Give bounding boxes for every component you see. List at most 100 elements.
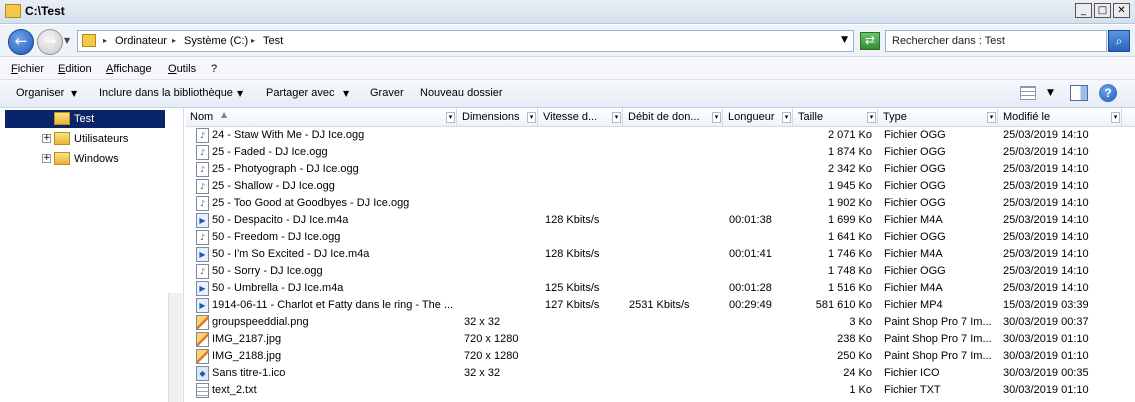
- file-name[interactable]: IMG_2188.jpg: [212, 350, 456, 362]
- file-name[interactable]: 25 - Faded - DJ Ice.ogg: [212, 146, 456, 158]
- close-button[interactable]: ✕: [1113, 3, 1130, 18]
- table-row[interactable]: ♪ 25 - Photyograph - DJ Ice.ogg 2 342 Ko Fi…: [186, 161, 1135, 178]
- table-row[interactable]: ▶ 50 - Despacito - DJ Ice.m4a 128 Kbits/s 0…: [186, 212, 1135, 229]
- table-row[interactable]: ♪ 25 - Shallow - DJ Ice.ogg 1 945 Ko Fichie…: [186, 178, 1135, 195]
- column-filter-icon[interactable]: ▾: [712, 112, 721, 123]
- table-row[interactable]: ▶ 1914-06-11 - Charlot et Fatty dans le r…: [186, 297, 1135, 314]
- file-name[interactable]: 24 - Staw With Me - DJ Ice.ogg: [212, 129, 456, 141]
- breadcrumb-computer[interactable]: Ordinateur: [115, 35, 167, 47]
- file-length: 00:01:38: [729, 214, 772, 226]
- tree-item-utilisateurs[interactable]: + Utilisateurs: [0, 130, 165, 148]
- search-input[interactable]: Rechercher dans : Test: [885, 30, 1107, 52]
- file-name[interactable]: 50 - Despacito - DJ Ice.m4a: [212, 214, 456, 226]
- file-name[interactable]: 25 - Photyograph - DJ Ice.ogg: [212, 163, 456, 175]
- organize-button[interactable]: Organiser: [16, 87, 64, 99]
- column-filter-icon[interactable]: ▾: [867, 112, 876, 123]
- tree-item-windows[interactable]: + Windows: [0, 150, 165, 168]
- column-dimensions[interactable]: Dimensions ▾: [458, 108, 538, 127]
- column-bitrate[interactable]: Débit de don... ▾: [624, 108, 723, 127]
- maximize-button[interactable]: □: [1094, 3, 1111, 18]
- column-length[interactable]: Longueur ▾: [724, 108, 793, 127]
- preview-pane-icon[interactable]: [1070, 85, 1088, 101]
- menu-help[interactable]: ?: [211, 63, 217, 75]
- file-name[interactable]: 50 - I'm So Excited - DJ Ice.m4a: [212, 248, 456, 260]
- file-name[interactable]: Sans titre-1.ico: [212, 367, 456, 379]
- expand-icon[interactable]: +: [42, 134, 51, 143]
- file-type: Fichier OGG: [884, 180, 946, 192]
- recent-pages-dropdown-icon[interactable]: ▼: [64, 36, 70, 45]
- file-name[interactable]: 25 - Shallow - DJ Ice.ogg: [212, 180, 456, 192]
- column-filter-icon[interactable]: ▾: [612, 112, 621, 123]
- breadcrumb-arrow-icon[interactable]: ▸: [172, 36, 176, 45]
- menu-edit[interactable]: Edition: [58, 63, 92, 75]
- address-input[interactable]: ▸ Ordinateur ▸ Système (C:) ▸ Test ▼: [77, 30, 854, 52]
- file-name[interactable]: text_2.txt: [212, 384, 456, 396]
- view-details-icon[interactable]: [1020, 86, 1036, 100]
- file-modified: 30/03/2019 00:35: [1003, 367, 1089, 379]
- column-speed[interactable]: Vitesse d... ▾: [539, 108, 623, 127]
- table-row[interactable]: ♪ 25 - Too Good at Goodbyes - DJ Ice.ogg 1…: [186, 195, 1135, 212]
- help-icon[interactable]: ?: [1099, 84, 1117, 102]
- column-name[interactable]: Nom ▲ ▾: [186, 108, 457, 127]
- menu-view[interactable]: Affichage: [106, 63, 152, 75]
- file-name[interactable]: 50 - Umbrella - DJ Ice.m4a: [212, 282, 456, 294]
- burn-button[interactable]: Graver: [370, 87, 404, 99]
- search-icon[interactable]: ⌕: [1108, 30, 1130, 52]
- table-row[interactable]: IMG_2187.jpg 720 x 1280 238 Ko Paint Shop P…: [186, 331, 1135, 348]
- expand-icon[interactable]: +: [42, 154, 51, 163]
- file-name[interactable]: groupspeeddial.png: [212, 316, 456, 328]
- file-name[interactable]: 25 - Too Good at Goodbyes - DJ Ice.ogg: [212, 197, 456, 209]
- table-row[interactable]: ♪ 24 - Staw With Me - DJ Ice.ogg 2 071 Ko F…: [186, 127, 1135, 144]
- file-size: 1 Ko: [849, 384, 872, 396]
- breadcrumb-arrow-icon[interactable]: ▸: [251, 36, 255, 45]
- table-row[interactable]: ♪ 25 - Faded - DJ Ice.ogg 1 874 Ko Fichier …: [186, 144, 1135, 161]
- refresh-icon[interactable]: ⇄: [860, 32, 880, 50]
- navigation-scrollbar[interactable]: [168, 293, 182, 402]
- column-filter-icon[interactable]: ▾: [782, 112, 791, 123]
- breadcrumb-drive[interactable]: Système (C:): [184, 35, 248, 47]
- chevron-down-icon: ▼: [343, 89, 350, 98]
- back-arrow-icon[interactable]: ←: [8, 29, 34, 55]
- window-title: C:\Test: [25, 4, 65, 18]
- file-dimensions: 32 x 32: [464, 316, 501, 328]
- table-row[interactable]: text_2.txt 1 Ko Fichier TXT 30/03/2019 01:1…: [186, 382, 1135, 399]
- column-filter-icon[interactable]: ▾: [527, 112, 536, 123]
- file-name[interactable]: IMG_2187.jpg: [212, 333, 456, 345]
- image-file-icon: [196, 315, 209, 330]
- tree-item-test[interactable]: Test: [5, 110, 165, 128]
- file-size: 1 748 Ko: [827, 265, 872, 277]
- breadcrumb-arrow-icon[interactable]: ▸: [103, 36, 107, 45]
- file-name[interactable]: 1914-06-11 - Charlot et Fatty dans le ri…: [212, 299, 456, 311]
- file-size: 581 610 Ko: [815, 299, 872, 311]
- menu-tools[interactable]: Outils: [168, 63, 196, 75]
- table-row[interactable]: IMG_2188.jpg 720 x 1280 250 Ko Paint Shop P…: [186, 348, 1135, 365]
- table-row[interactable]: groupspeeddial.png 32 x 32 3 Ko Paint Shop …: [186, 314, 1135, 331]
- breadcrumb-test[interactable]: Test: [263, 35, 283, 47]
- minimize-button[interactable]: _: [1075, 3, 1092, 18]
- column-filter-icon[interactable]: ▾: [1111, 112, 1120, 123]
- table-row[interactable]: ▶ 50 - Umbrella - DJ Ice.m4a 125 Kbits/s 00…: [186, 280, 1135, 297]
- column-filter-icon[interactable]: ▾: [446, 112, 455, 123]
- table-row[interactable]: ◆ Sans titre-1.ico 32 x 32 24 Ko Fichier ICO…: [186, 365, 1135, 382]
- column-filter-icon[interactable]: ▾: [987, 112, 996, 123]
- share-with-button[interactable]: Partager avec: [266, 87, 334, 99]
- table-row[interactable]: ♪ 50 - Freedom - DJ Ice.ogg 1 641 Ko Fichie…: [186, 229, 1135, 246]
- column-modified[interactable]: Modifié le ▾: [999, 108, 1122, 127]
- view-options-dropdown-icon[interactable]: ▼: [1047, 88, 1054, 98]
- file-modified: 25/03/2019 14:10: [1003, 231, 1089, 243]
- table-row[interactable]: ♪ 50 - Sorry - DJ Ice.ogg 1 748 Ko Fichier …: [186, 263, 1135, 280]
- new-folder-button[interactable]: Nouveau dossier: [420, 87, 503, 99]
- file-name[interactable]: 50 - Sorry - DJ Ice.ogg: [212, 265, 456, 277]
- column-size[interactable]: Taille ▾: [794, 108, 878, 127]
- include-in-library-button[interactable]: Inclure dans la bibliothèque: [99, 87, 233, 99]
- forward-arrow-icon[interactable]: →: [37, 29, 63, 55]
- address-history-dropdown-icon[interactable]: ▼: [841, 35, 848, 45]
- column-type[interactable]: Type ▾: [879, 108, 998, 127]
- column-label: Nom: [190, 111, 214, 123]
- address-bar: ← → ▼ ▸ Ordinateur ▸ Système (C:) ▸ Test…: [0, 25, 1135, 57]
- ogg-file-icon: ♪: [196, 128, 209, 143]
- file-name[interactable]: 50 - Freedom - DJ Ice.ogg: [212, 231, 456, 243]
- menu-file[interactable]: Fichier: [11, 63, 44, 75]
- table-row[interactable]: ▶ 50 - I'm So Excited - DJ Ice.m4a 128 Kbi…: [186, 246, 1135, 263]
- file-modified: 25/03/2019 14:10: [1003, 197, 1089, 209]
